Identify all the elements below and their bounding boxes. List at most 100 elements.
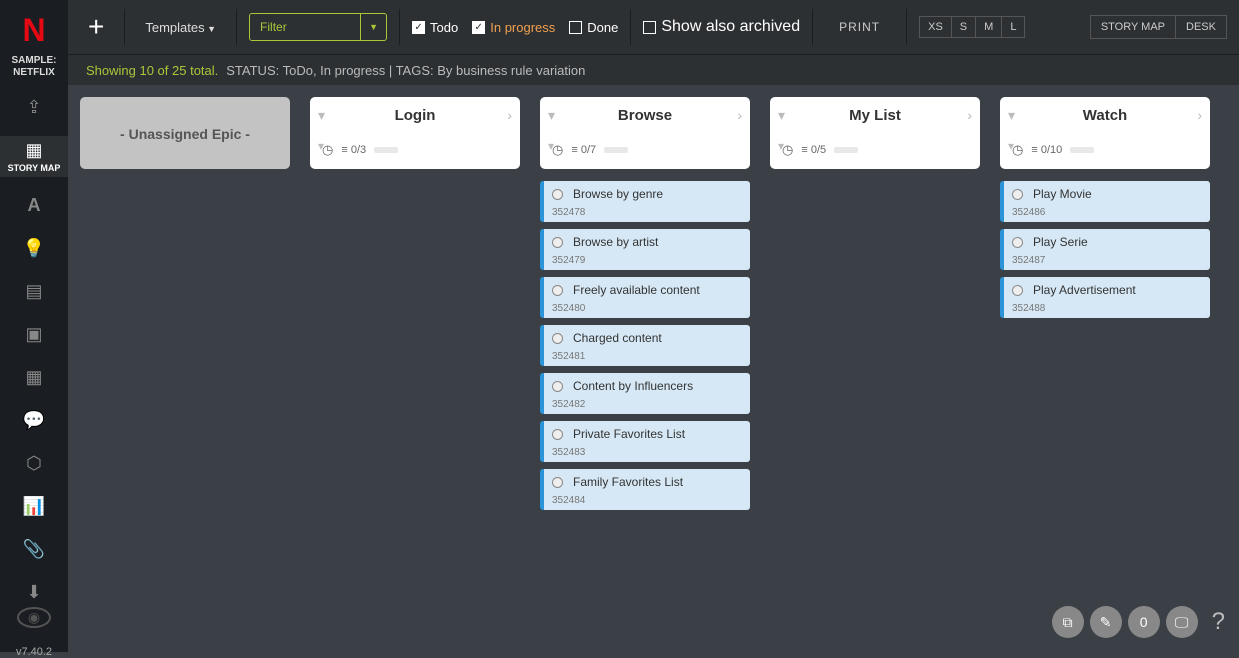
size-s[interactable]: S xyxy=(952,16,976,38)
record-button[interactable]: ◉ xyxy=(17,607,51,628)
chevron-right-icon[interactable]: › xyxy=(737,107,742,123)
epic-title: My List xyxy=(782,107,968,124)
status-bar: Showing 10 of 25 total. STATUS: ToDo, In… xyxy=(68,55,1239,85)
card-title: Browse by artist xyxy=(573,235,742,249)
epic-count: 0/3 xyxy=(341,144,366,156)
print-button[interactable]: PRINT xyxy=(825,20,894,34)
card-id: 352480 xyxy=(552,303,742,314)
progress-bar xyxy=(834,147,858,153)
chevron-down-icon[interactable]: ▾ xyxy=(1008,139,1014,153)
story-card[interactable]: Private Favorites List352483 xyxy=(540,421,750,462)
status-dot-icon xyxy=(552,333,563,344)
size-toggle: XS S M L xyxy=(919,16,1025,38)
progress-bar xyxy=(604,147,628,153)
nav-item-briefcase[interactable]: ▣ xyxy=(0,320,68,349)
left-rail: N SAMPLE: NETFLIX ⇪ ▦STORY MAP A 💡 ▤ ▣ ▦… xyxy=(0,0,68,652)
add-button[interactable]: + xyxy=(80,11,112,43)
card-title: Play Advertisement xyxy=(1033,283,1202,297)
card-id: 352488 xyxy=(1012,303,1202,314)
epic-header[interactable]: ▾›▾My List0/5 xyxy=(770,97,980,169)
chevron-right-icon[interactable]: › xyxy=(967,107,972,123)
epic-header[interactable]: - Unassigned Epic - xyxy=(80,97,290,169)
epic-header[interactable]: ▾›▾Login0/3 xyxy=(310,97,520,169)
fab-count[interactable]: 0 xyxy=(1128,606,1160,638)
progress-bar xyxy=(374,147,398,153)
chevron-right-icon[interactable]: › xyxy=(507,107,512,123)
size-xs[interactable]: XS xyxy=(919,16,952,38)
checkbox-archived[interactable]: Show also archived xyxy=(643,18,800,36)
filter-input[interactable] xyxy=(250,14,360,40)
story-card[interactable]: Freely available content352480 xyxy=(540,277,750,318)
checkbox-done[interactable]: Done xyxy=(569,20,618,35)
card-id: 352478 xyxy=(552,207,742,218)
nav-item-ideas[interactable]: 💡 xyxy=(0,234,68,263)
card-id: 352479 xyxy=(552,255,742,266)
size-m[interactable]: M xyxy=(976,16,1002,38)
chevron-left-icon[interactable]: ▾ xyxy=(1008,107,1015,124)
chevron-down-icon[interactable]: ▾ xyxy=(318,139,324,153)
nav-item-download[interactable]: ⬇ xyxy=(0,578,68,607)
status-dot-icon xyxy=(1012,189,1023,200)
card-title: Browse by genre xyxy=(573,187,742,201)
status-dot-icon xyxy=(552,381,563,392)
story-card[interactable]: Browse by artist 352479 xyxy=(540,229,750,270)
story-card[interactable]: Content by Influencers 352482 xyxy=(540,373,750,414)
nav-item-storymap[interactable]: ▦STORY MAP xyxy=(0,136,68,177)
status-dot-icon xyxy=(552,237,563,248)
view-desk[interactable]: DESK xyxy=(1176,15,1227,39)
size-l[interactable]: L xyxy=(1002,16,1025,38)
checkbox-inprogress[interactable]: In progress xyxy=(472,20,555,35)
filter-dropdown-icon[interactable]: ▼ xyxy=(360,14,386,40)
nav-item-stats[interactable]: 📊 xyxy=(0,492,68,521)
card-id: 352481 xyxy=(552,351,742,362)
chevron-left-icon[interactable]: ▾ xyxy=(318,107,325,124)
logo[interactable]: N xyxy=(22,12,45,49)
nav-item-comments[interactable]: 💬 xyxy=(0,406,68,435)
fab-display[interactable]: 🖵 xyxy=(1166,606,1198,638)
epic-meta: 0/5 xyxy=(782,142,968,158)
progress-bar xyxy=(1070,147,1094,153)
card-title: Content by Influencers xyxy=(573,379,742,393)
chevron-down-icon[interactable]: ▾ xyxy=(778,139,784,153)
story-card[interactable]: Play Serie352487 xyxy=(1000,229,1210,270)
column: ▾›▾My List0/5 xyxy=(770,97,980,169)
status-dot-icon xyxy=(1012,237,1023,248)
story-card[interactable]: Play Advertisement 352488 xyxy=(1000,277,1210,318)
chevron-left-icon[interactable]: ▾ xyxy=(778,107,785,124)
status-filters: STATUS: ToDo, In progress | TAGS: By bus… xyxy=(226,63,585,78)
status-showing: Showing 10 of 25 total. xyxy=(86,63,218,78)
card-title: Play Movie xyxy=(1033,187,1202,201)
fab-edit[interactable]: ✎ xyxy=(1090,606,1122,638)
nav-item-share[interactable]: ⬡ xyxy=(0,449,68,478)
nav-item-roadmap[interactable]: A xyxy=(0,191,68,220)
card-id: 352484 xyxy=(552,495,742,506)
epic-meta: 0/7 xyxy=(552,142,738,158)
nav-item-attach[interactable]: 📎 xyxy=(0,535,68,564)
help-icon[interactable]: ? xyxy=(1212,608,1225,636)
checkbox-todo[interactable]: Todo xyxy=(412,20,458,35)
epic-meta: 0/10 xyxy=(1012,142,1198,158)
chevron-down-icon[interactable]: ▾ xyxy=(548,139,554,153)
story-card[interactable]: Play Movie352486 xyxy=(1000,181,1210,222)
status-dot-icon xyxy=(552,189,563,200)
chevron-right-icon[interactable]: › xyxy=(1197,107,1202,123)
view-storymap[interactable]: STORY MAP xyxy=(1090,15,1176,39)
nav-item-calendar[interactable]: ▦ xyxy=(0,363,68,392)
board[interactable]: - Unassigned Epic -▾›▾Login0/3▾›▾Browse0… xyxy=(68,85,1239,652)
floating-actions: ⧉ ✎ 0 🖵 ? xyxy=(1052,606,1225,638)
story-card[interactable]: Family Favorites List352484 xyxy=(540,469,750,510)
story-card[interactable]: Browse by genre 352478 xyxy=(540,181,750,222)
nav-item-list[interactable]: ▤ xyxy=(0,277,68,306)
sample-label: SAMPLE: NETFLIX xyxy=(12,55,57,79)
card-title: Private Favorites List xyxy=(573,427,742,441)
nav-item-intake[interactable]: ⇪ xyxy=(0,93,68,122)
story-card[interactable]: Charged content352481 xyxy=(540,325,750,366)
card-id: 352482 xyxy=(552,399,742,410)
templates-dropdown[interactable]: Templates xyxy=(137,20,224,35)
epic-header[interactable]: ▾›▾Watch0/10 xyxy=(1000,97,1210,169)
status-dot-icon xyxy=(1012,285,1023,296)
chevron-left-icon[interactable]: ▾ xyxy=(548,107,555,124)
fab-copy[interactable]: ⧉ xyxy=(1052,606,1084,638)
epic-header[interactable]: ▾›▾Browse0/7 xyxy=(540,97,750,169)
filter-box: ▼ xyxy=(249,13,387,41)
